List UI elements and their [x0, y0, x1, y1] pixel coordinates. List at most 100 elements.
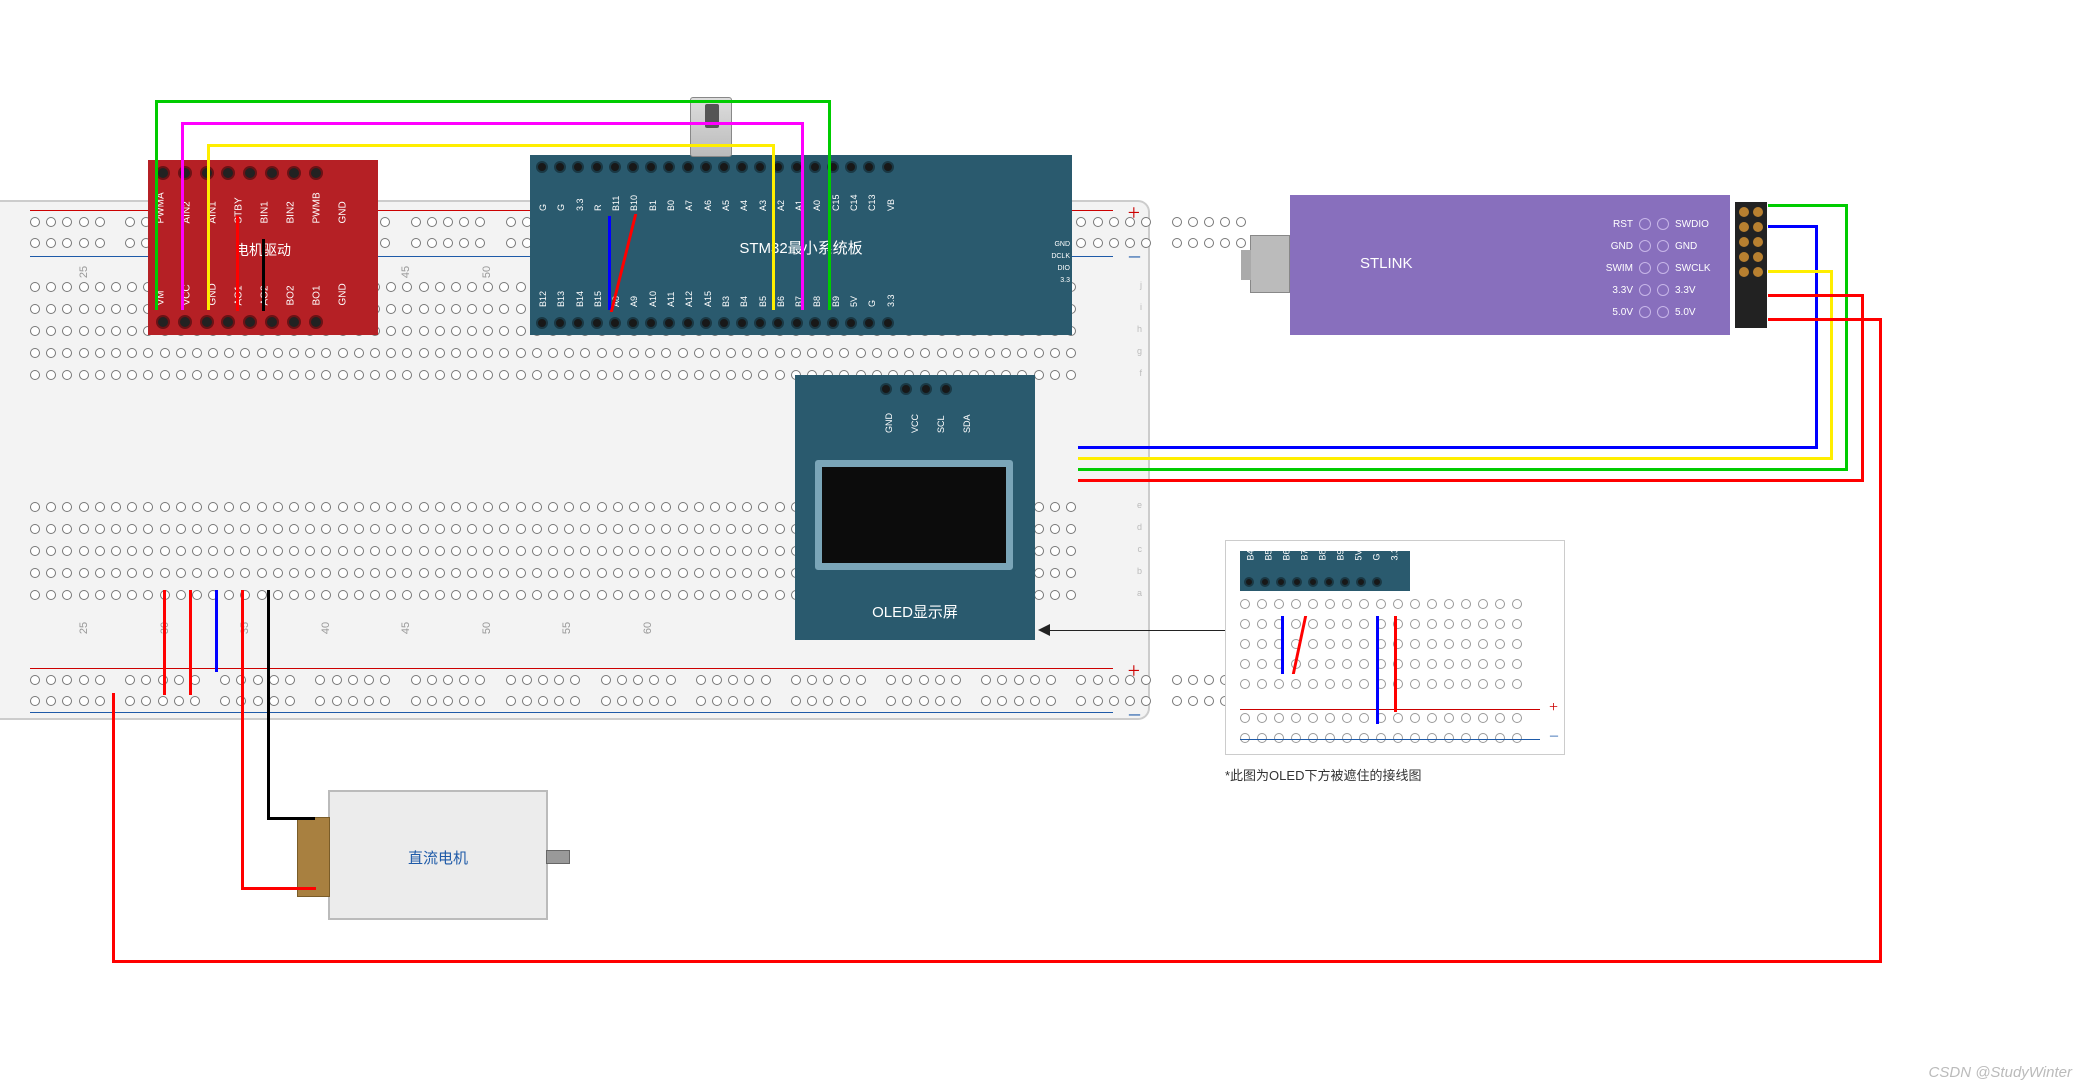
breadboard-hole	[435, 590, 445, 600]
breadboard-hole	[467, 502, 477, 512]
breadboard-hole	[289, 348, 299, 358]
mcu-pin-label: G	[556, 197, 566, 211]
breadboard-hole	[580, 370, 590, 380]
breadboard-hole	[419, 524, 429, 534]
mcu-pin-label: A2	[776, 197, 786, 211]
inset-pin	[1372, 577, 1382, 587]
breadboard-hole	[127, 546, 137, 556]
oled-pin-label: SDA	[962, 415, 972, 433]
breadboard-hole	[483, 546, 493, 556]
breadboard-hole	[338, 348, 348, 358]
breadboard-hole	[143, 590, 153, 600]
breadboard-hole	[548, 524, 558, 534]
breadboard-hole	[742, 590, 752, 600]
mcu-pin	[754, 161, 766, 173]
breadboard-hole	[532, 590, 542, 600]
breadboard-hole	[694, 546, 704, 556]
breadboard-hole	[548, 590, 558, 600]
breadboard-hole	[240, 546, 250, 556]
header-pin	[1753, 252, 1763, 262]
wire-red-vm-b	[189, 590, 192, 695]
header-pin	[1753, 237, 1763, 247]
breadboard-hole	[95, 326, 105, 336]
driver-pin	[221, 166, 235, 180]
breadboard-hole	[775, 370, 785, 380]
breadboard-hole	[127, 282, 137, 292]
oled-pin	[940, 383, 952, 395]
breadboard-hole	[726, 524, 736, 534]
stlink-label: GND	[1675, 241, 1720, 252]
inset-pin-label: 3.3	[1390, 548, 1400, 561]
breadboard-hole	[516, 348, 526, 358]
breadboard-hole	[419, 568, 429, 578]
breadboard-hole	[516, 590, 526, 600]
inset-pin	[1244, 577, 1254, 587]
breadboard-hole	[467, 568, 477, 578]
inset-pin-label: B4	[1246, 548, 1256, 561]
breadboard-hole	[678, 370, 688, 380]
mcu-pin	[645, 317, 657, 329]
breadboard-hole	[435, 282, 445, 292]
breadboard-hole	[597, 568, 607, 578]
breadboard-hole	[710, 370, 720, 380]
wire-red-33	[1768, 294, 1864, 297]
breadboard-hole	[143, 524, 153, 534]
mcu-pin	[663, 161, 675, 173]
oled-pin-label: VCC	[910, 415, 920, 433]
breadboard-hole	[1034, 348, 1044, 358]
breadboard-hole	[645, 546, 655, 556]
breadboard-hole	[758, 546, 768, 556]
breadboard-hole	[451, 348, 461, 358]
col-number: 55	[561, 622, 573, 634]
breadboard-hole	[597, 348, 607, 358]
breadboard-hole	[532, 348, 542, 358]
row-letter: d	[1137, 522, 1142, 532]
tactile-switch[interactable]	[690, 97, 732, 157]
breadboard-hole	[678, 568, 688, 578]
breadboard-hole	[176, 590, 186, 600]
oled-pin	[900, 383, 912, 395]
oled-title: OLED显示屏	[795, 601, 1035, 622]
breadboard-hole	[402, 304, 412, 314]
col-number: 60	[642, 622, 654, 634]
breadboard-hole	[240, 502, 250, 512]
mcu-pin-label: B8	[812, 293, 822, 307]
breadboard-hole	[354, 568, 364, 578]
oled-pin	[880, 383, 892, 395]
row-letter: b	[1137, 566, 1142, 576]
breadboard-hole	[1050, 348, 1060, 358]
breadboard-hole	[742, 502, 752, 512]
breadboard-hole	[160, 524, 170, 534]
breadboard-hole	[694, 590, 704, 600]
breadboard-hole	[111, 370, 121, 380]
breadboard-hole	[79, 568, 89, 578]
breadboard-hole	[1050, 568, 1060, 578]
mcu-pin	[845, 161, 857, 173]
breadboard-hole	[208, 524, 218, 534]
breadboard-hole	[370, 546, 380, 556]
mcu-pin-label: A7	[684, 197, 694, 211]
breadboard-hole	[435, 348, 445, 358]
wire-green-dio	[1845, 204, 1848, 471]
inset-pin	[1292, 577, 1302, 587]
mcu-pin	[627, 161, 639, 173]
breadboard-hole	[516, 524, 526, 534]
mcu-pin	[863, 317, 875, 329]
breadboard-hole	[613, 524, 623, 534]
breadboard-hole	[678, 348, 688, 358]
stlink-label: GND	[1595, 241, 1633, 252]
breadboard-hole	[354, 546, 364, 556]
breadboard-hole	[1034, 590, 1044, 600]
inset-pin-label: B6	[1282, 548, 1292, 561]
header-pin	[1739, 237, 1749, 247]
breadboard-hole	[694, 348, 704, 358]
breadboard-hole	[224, 524, 234, 534]
breadboard-hole	[516, 304, 526, 314]
breadboard-hole	[580, 590, 590, 600]
breadboard-hole	[678, 524, 688, 534]
breadboard-hole	[257, 546, 267, 556]
breadboard-hole	[386, 568, 396, 578]
breadboard-hole	[95, 348, 105, 358]
breadboard-hole	[46, 502, 56, 512]
breadboard-hole	[645, 524, 655, 534]
